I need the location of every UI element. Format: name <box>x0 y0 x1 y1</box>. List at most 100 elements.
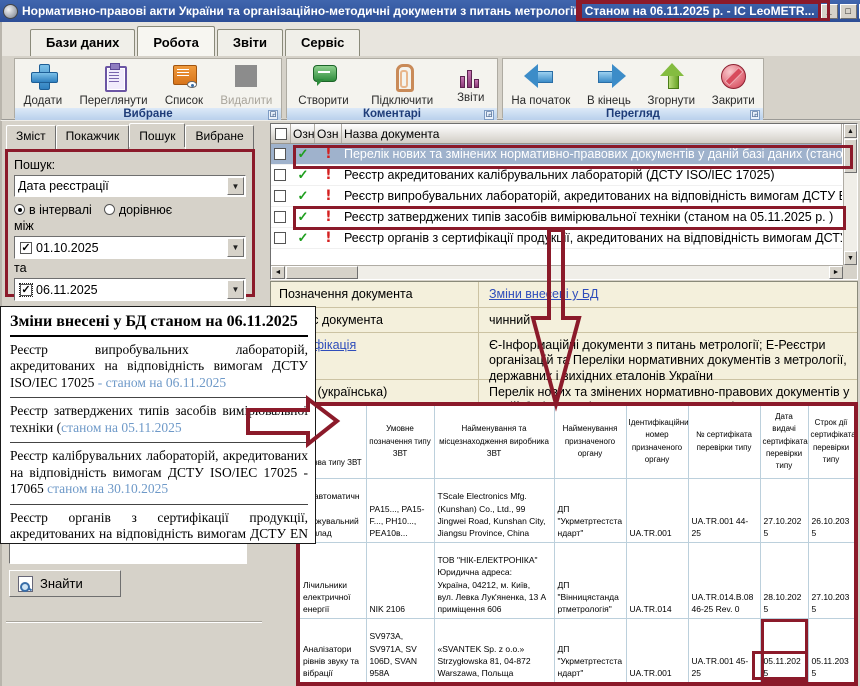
column-header[interactable]: Строк дії сертифіката перевірки типу <box>808 406 854 478</box>
left-tab-пошук[interactable]: Пошук <box>129 123 185 147</box>
checkbox-icon[interactable] <box>274 232 286 244</box>
checkbox-icon[interactable] <box>274 169 286 181</box>
column-header-title[interactable]: Назва документа <box>342 124 842 143</box>
clipboard-icon <box>99 62 129 93</box>
на-початок-button[interactable]: На початок <box>507 61 574 108</box>
scroll-left-icon[interactable]: ◄ <box>271 266 285 279</box>
details-value[interactable]: Зміни внесені у БД <box>479 282 857 307</box>
details-label: Позначення документа <box>271 282 479 307</box>
table-row[interactable]: Лічильники електричної енергіїNIK 2106ТО… <box>300 542 854 618</box>
expander-icon[interactable]: ◲ <box>268 110 278 120</box>
minimize-icon[interactable]: _ <box>821 4 838 19</box>
scroll-down-icon[interactable]: ▼ <box>844 251 857 265</box>
table-cell: TScale Electronics Mfg.(Kunshan) Co., Lt… <box>434 478 554 542</box>
закрити-button[interactable]: Закрити <box>708 61 759 108</box>
table-cell: Лічильники електричної енергії <box>300 542 366 618</box>
column-header-ozn1[interactable]: Озн <box>291 124 315 143</box>
popup-heading: Зміни внесені у БД станом на 06.11.2025 <box>10 313 308 337</box>
column-header[interactable]: Дата видачі сертифіката перевірки типу <box>760 406 808 478</box>
details-row: КласифікаціяЄ-Інформаційні документи з п… <box>271 333 857 380</box>
search-doc-icon <box>18 576 33 592</box>
column-header[interactable]: № сертифіката перевірки типу <box>688 406 760 478</box>
scrollbar-corner <box>843 265 857 279</box>
maximize-icon[interactable]: □ <box>840 4 857 19</box>
checkbox-icon[interactable] <box>274 211 286 223</box>
button-label: Згорнути <box>648 95 695 107</box>
список-button[interactable]: Список <box>161 61 207 108</box>
left-tab-зміст[interactable]: Зміст <box>6 125 56 149</box>
звіти-button[interactable]: Звіти <box>452 61 490 105</box>
checkbox-icon[interactable] <box>274 190 286 202</box>
radio-interval[interactable]: в інтервалі <box>14 203 92 217</box>
scroll-up-icon[interactable]: ▲ <box>844 124 857 138</box>
expander-icon[interactable]: ◲ <box>750 110 760 120</box>
search-field-select[interactable]: Дата реєстрації ▼ <box>14 175 246 197</box>
document-title: Реєстр затверджених типів засобів вимірю… <box>342 210 842 224</box>
menu-tab-сервіс[interactable]: Сервіс <box>285 29 360 56</box>
and-label: та <box>14 261 246 275</box>
comment-icon <box>309 62 339 93</box>
document-title: Реєстр акредитованих калібрувальних лабо… <box>342 168 842 182</box>
column-header[interactable]: Найменування та місцезнаходження виробни… <box>434 406 554 478</box>
chevron-down-icon[interactable]: ▼ <box>227 238 244 257</box>
scrollbar-thumb[interactable] <box>286 266 358 279</box>
find-button[interactable]: Знайти <box>9 570 121 597</box>
column-header-ozn2[interactable]: Озн <box>315 124 342 143</box>
table-row[interactable]: ✓!Реєстр випробувальних лабораторій, акр… <box>271 186 842 207</box>
table-row[interactable]: Аналізатори рівнів звуку та вібраціїSV97… <box>300 618 854 682</box>
table-row[interactable]: ✓!Реєстр затверджених типів засобів вимі… <box>271 207 842 228</box>
window-title-date: Станом на 06.11.2025 р. - ІС LeoMETR... <box>585 4 815 18</box>
date-to-checkbox[interactable] <box>20 284 32 296</box>
exclamation-icon: ! <box>325 230 331 246</box>
document-title: Перелік нових та змінених нормативно-пра… <box>342 147 842 161</box>
vertical-scrollbar[interactable]: ▲ ▼ <box>843 124 857 265</box>
check-icon: ✓ <box>298 146 309 162</box>
checkbox-icon[interactable] <box>274 148 286 160</box>
table-cell: SV973A, SV971A, SV 106D, SVAN 958A <box>366 618 434 682</box>
popup-item: Реєстр калібрувальних лабораторій, акред… <box>10 443 308 504</box>
scrollbar-thumb[interactable] <box>844 139 857 173</box>
scroll-right-icon[interactable]: ► <box>829 266 843 279</box>
table-cell: PA15..., PA15-F..., PH10..., PEA10в... <box>366 478 434 542</box>
select-all-header[interactable] <box>271 124 291 143</box>
left-tab-покажчик[interactable]: Покажчик <box>56 125 130 149</box>
згорнути-button[interactable]: Згорнути <box>644 61 699 108</box>
column-header[interactable]: Найменування призначеного органу <box>554 406 626 478</box>
chevron-down-icon[interactable]: ▼ <box>227 280 244 299</box>
в-кінець-button[interactable]: В кінець <box>583 61 635 108</box>
додати-button[interactable]: Додати <box>20 61 67 108</box>
table-cell: UA.TR.001 <box>626 478 688 542</box>
toolbar-group-перегляд: На початокВ кінецьЗгорнутиЗакритиПерегля… <box>502 58 764 118</box>
expander-icon[interactable]: ◲ <box>484 110 494 120</box>
table-row[interactable]: ✓!Реєстр акредитованих калібрувальних ла… <box>271 165 842 186</box>
створити-button[interactable]: Створити <box>294 61 352 108</box>
popup-item: Реєстр органів з сертифікації продукції,… <box>10 505 308 544</box>
date-from-checkbox[interactable] <box>20 242 32 254</box>
column-header[interactable]: Умовне позначення типу ЗВТ <box>366 406 434 478</box>
table-cell: ДП "Вінницястандартметрологія" <box>554 542 626 618</box>
arrow-up-icon <box>656 62 686 93</box>
table-row[interactable]: ✓!Перелік нових та змінених нормативно-п… <box>271 144 842 165</box>
popup-item-date: - станом на 06.11.2025 <box>98 375 226 390</box>
column-header[interactable]: Ідентифікаційний номер призначеного орга… <box>626 406 688 478</box>
table-cell: 27.10.2035 <box>808 542 854 618</box>
horizontal-scrollbar[interactable]: ◄ ► <box>271 265 843 279</box>
переглянути-button[interactable]: Переглянути <box>75 61 151 108</box>
radio-equals[interactable]: дорівнює <box>104 203 172 217</box>
button-label: Список <box>165 95 203 107</box>
table-row[interactable]: ✓!Реєстр органів з сертифікації продукці… <box>271 228 842 249</box>
menu-tab-звіти[interactable]: Звіти <box>217 29 283 56</box>
chevron-down-icon[interactable]: ▼ <box>227 177 244 195</box>
title-bar: Нормативно-правові акти України та орган… <box>0 0 860 22</box>
date-from-combo[interactable]: 01.10.2025 ▼ <box>14 236 246 259</box>
table-row[interactable]: Неавтоматичний зважувальний приладPA15..… <box>300 478 854 542</box>
global-search-input[interactable] <box>9 542 247 564</box>
left-tab-вибране[interactable]: Вибране <box>185 125 253 149</box>
menu-tab-бази-даних[interactable]: Бази даних <box>30 29 135 56</box>
table-cell: ДП "Укрметртестстандарт" <box>554 478 626 542</box>
document-list-header: Озн Озн Назва документа <box>271 124 842 144</box>
button-label: Видалити <box>220 95 272 107</box>
date-to-combo[interactable]: 06.11.2025 ▼ <box>14 278 246 301</box>
підключити-button[interactable]: Підключити <box>367 61 437 108</box>
menu-tab-робота[interactable]: Робота <box>137 26 215 56</box>
